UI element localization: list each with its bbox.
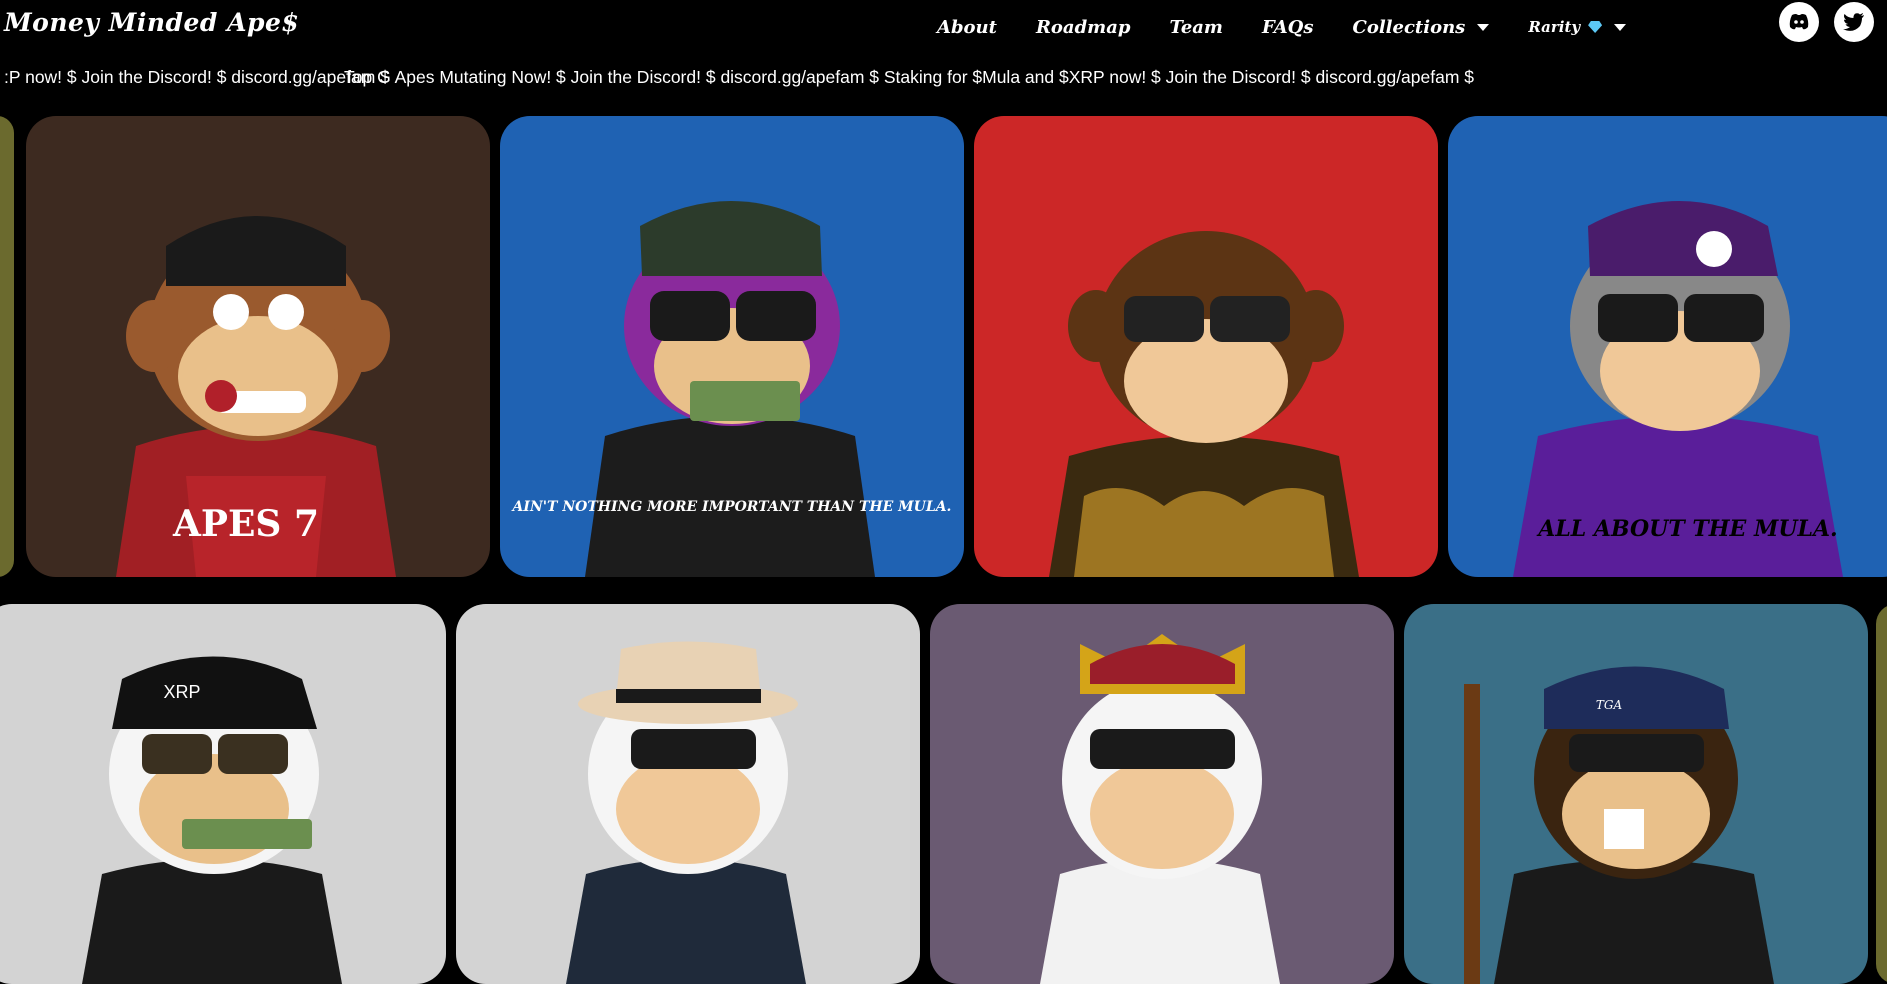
nav-rarity-label: Rarity (1528, 18, 1581, 36)
ape-nft-image: TGA (1464, 666, 1774, 984)
nav-faqs[interactable]: FAQs (1262, 17, 1314, 38)
hat-text: XRP (163, 682, 200, 702)
twitter-icon (1843, 13, 1864, 31)
nav-roadmap-label: Roadmap (1035, 16, 1131, 38)
chevron-down-icon (1614, 23, 1627, 31)
main-nav: About Roadmap Team FAQs Collections Rari… (937, 14, 1665, 40)
nav-team[interactable]: Team (1169, 17, 1223, 38)
nav-about[interactable]: About (937, 17, 997, 38)
site-header: Money Minded Ape$ About Roadmap Team FAQ… (0, 0, 1887, 54)
nav-collections-dropdown[interactable]: Collections (1353, 17, 1490, 38)
ape-card[interactable]: TGA (1404, 604, 1868, 984)
ape-card[interactable] (456, 604, 920, 984)
twitter-button[interactable] (1834, 2, 1874, 42)
nav-team-label: Team (1169, 16, 1223, 38)
announcement-ticker: :P now! $ Join the Discord! $ discord.gg… (0, 64, 1887, 90)
ape-nft-image (1040, 634, 1280, 984)
hoodie-text: ALL ABOUT THE MULA. (1536, 516, 1837, 542)
discord-button[interactable] (1779, 2, 1819, 42)
ticker-segment: :P now! $ Join the Discord! $ discord.gg… (4, 67, 390, 87)
ape-nft-image: AIN'T NOTHING MORE IMPORTANT THAN THE MU… (511, 201, 952, 577)
ape-nft-image: ALL ABOUT THE MULA. (1513, 201, 1843, 577)
cap-text: TGA (1596, 698, 1623, 712)
chevron-down-icon (1477, 23, 1490, 31)
nav-collections-label: Collections (1352, 16, 1466, 38)
ape-card[interactable]: AIN'T NOTHING MORE IMPORTANT THAN THE MU… (500, 116, 964, 577)
nav-about-label: About (937, 16, 997, 38)
ape-card[interactable] (930, 604, 1394, 984)
ape-card[interactable]: APES 7 (26, 116, 490, 577)
ape-card[interactable] (974, 116, 1438, 577)
site-logo[interactable]: Money Minded Ape$ (4, 8, 299, 37)
diamond-icon (1588, 21, 1603, 33)
ape-nft-image: XRP (82, 656, 342, 984)
discord-icon (1789, 14, 1809, 30)
ape-card[interactable]: ALL ABOUT THE MULA. (1448, 116, 1887, 577)
ape-card-partial[interactable] (1876, 604, 1887, 984)
nav-faqs-label: FAQs (1261, 16, 1314, 38)
ape-card-partial[interactable] (0, 116, 14, 577)
hoodie-text: AIN'T NOTHING MORE IMPORTANT THAN THE MU… (511, 499, 952, 515)
ape-card[interactable]: XRP (0, 604, 446, 984)
ape-nft-image (566, 641, 806, 984)
nav-rarity-dropdown[interactable]: Rarity (1528, 18, 1627, 36)
jersey-text: APES 7 (172, 503, 319, 545)
ticker-segment: Top G Apes Mutating Now! $ Join the Disc… (344, 67, 1475, 87)
ape-nft-image: APES 7 (116, 216, 396, 577)
nav-roadmap[interactable]: Roadmap (1036, 17, 1131, 38)
ape-nft-image (1049, 231, 1359, 577)
